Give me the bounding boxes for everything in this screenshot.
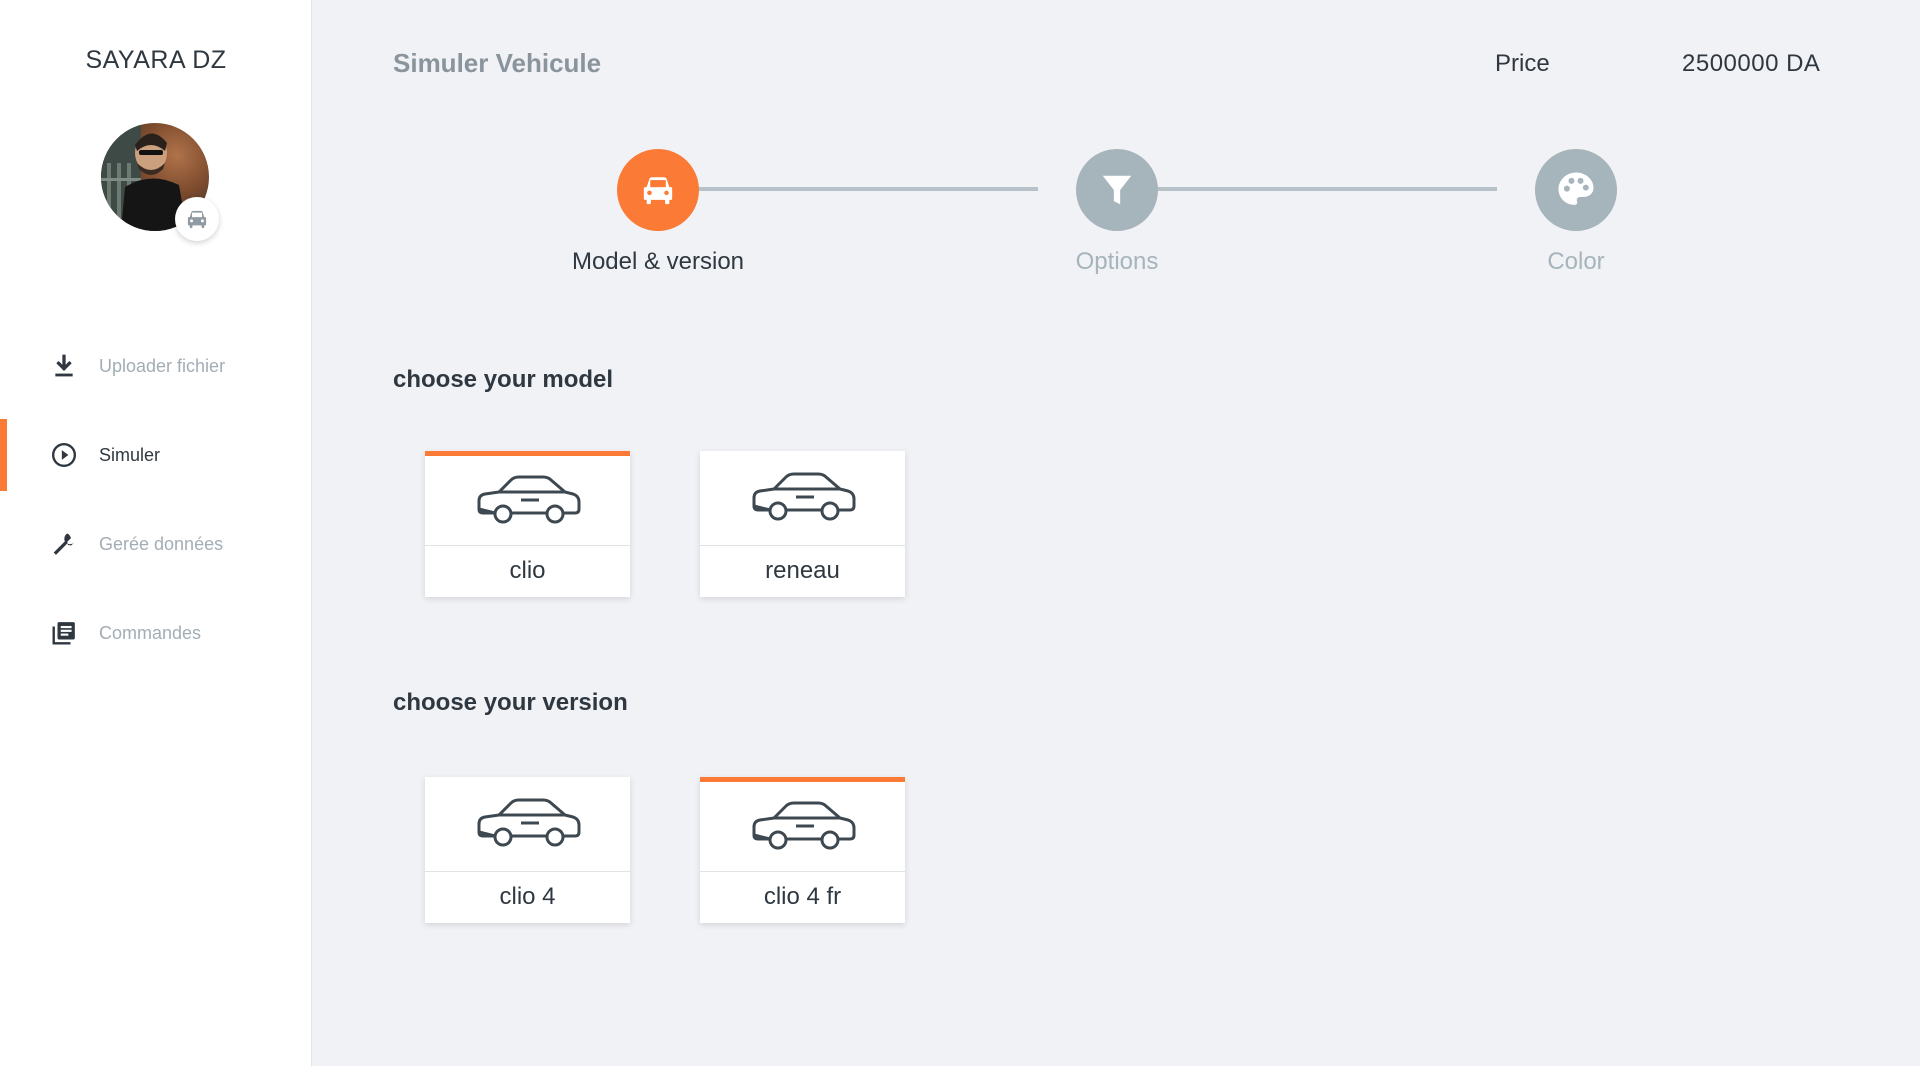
sidebar-item-label: Gerée données: [99, 533, 224, 554]
card-image: [425, 777, 630, 872]
sidebar-item-uploader-fichier[interactable]: Uploader fichier: [0, 330, 312, 402]
card-label: reneau: [765, 557, 840, 584]
stepper-connector: [1117, 187, 1497, 191]
main-content: Simuler Vehicule Price 2500000 DA Model …: [313, 0, 1920, 1066]
card-image: [425, 456, 630, 546]
sidebar: SAYARA DZ Uploader fichier Simuler Gerée…: [0, 0, 312, 1066]
card-image: [700, 451, 905, 546]
palette-icon: [1558, 172, 1594, 205]
stepper: Model & version Options Color: [313, 0, 1920, 300]
model-section-title: choose your model: [393, 366, 614, 393]
step-options[interactable]: [1076, 149, 1158, 231]
step-label: Model & version: [571, 248, 745, 275]
list-icon: [50, 619, 78, 647]
sidebar-item-label: Simuler: [99, 444, 161, 465]
version-card-clio-4-fr[interactable]: clio 4 fr: [700, 777, 905, 923]
car-outline-icon: [477, 475, 580, 523]
car-outline-icon: [477, 798, 580, 847]
download-icon: [50, 352, 78, 380]
stepper-connector: [658, 187, 1038, 191]
sidebar-item-label: Uploader fichier: [99, 355, 226, 376]
avatar-car-badge: [175, 197, 219, 241]
step-model-version[interactable]: [617, 149, 699, 231]
car-outline-icon: [752, 801, 855, 849]
sidebar-item-label: Commandes: [99, 622, 202, 643]
card-label: clio 4: [499, 883, 556, 910]
filter-icon: [1102, 175, 1132, 205]
card-image: [700, 782, 905, 872]
sidebar-nav: Uploader fichier Simuler Gerée données C…: [0, 330, 312, 686]
step-label: Color: [1547, 248, 1605, 275]
version-card-clio-4[interactable]: clio 4: [425, 777, 630, 923]
user-avatar[interactable]: [101, 123, 219, 241]
card-label: clio 4 fr: [763, 883, 842, 910]
sidebar-item-simuler[interactable]: Simuler: [0, 419, 312, 491]
model-card-reneau[interactable]: reneau: [700, 451, 905, 597]
model-card-clio[interactable]: clio: [425, 451, 630, 597]
brand-title: SAYARA DZ: [85, 46, 227, 74]
wrench-icon: [50, 530, 78, 558]
step-color[interactable]: [1535, 149, 1617, 231]
step-label: Options: [1075, 248, 1159, 275]
version-section-title: choose your version: [393, 689, 628, 716]
car-icon: [187, 210, 207, 229]
sidebar-item-commandes[interactable]: Commandes: [0, 597, 312, 669]
sidebar-item-geree-donnees[interactable]: Gerée données: [0, 508, 312, 580]
car-icon: [643, 177, 673, 205]
play-circle-icon: [50, 441, 78, 469]
car-outline-icon: [752, 472, 855, 521]
card-label: clio: [509, 557, 546, 584]
